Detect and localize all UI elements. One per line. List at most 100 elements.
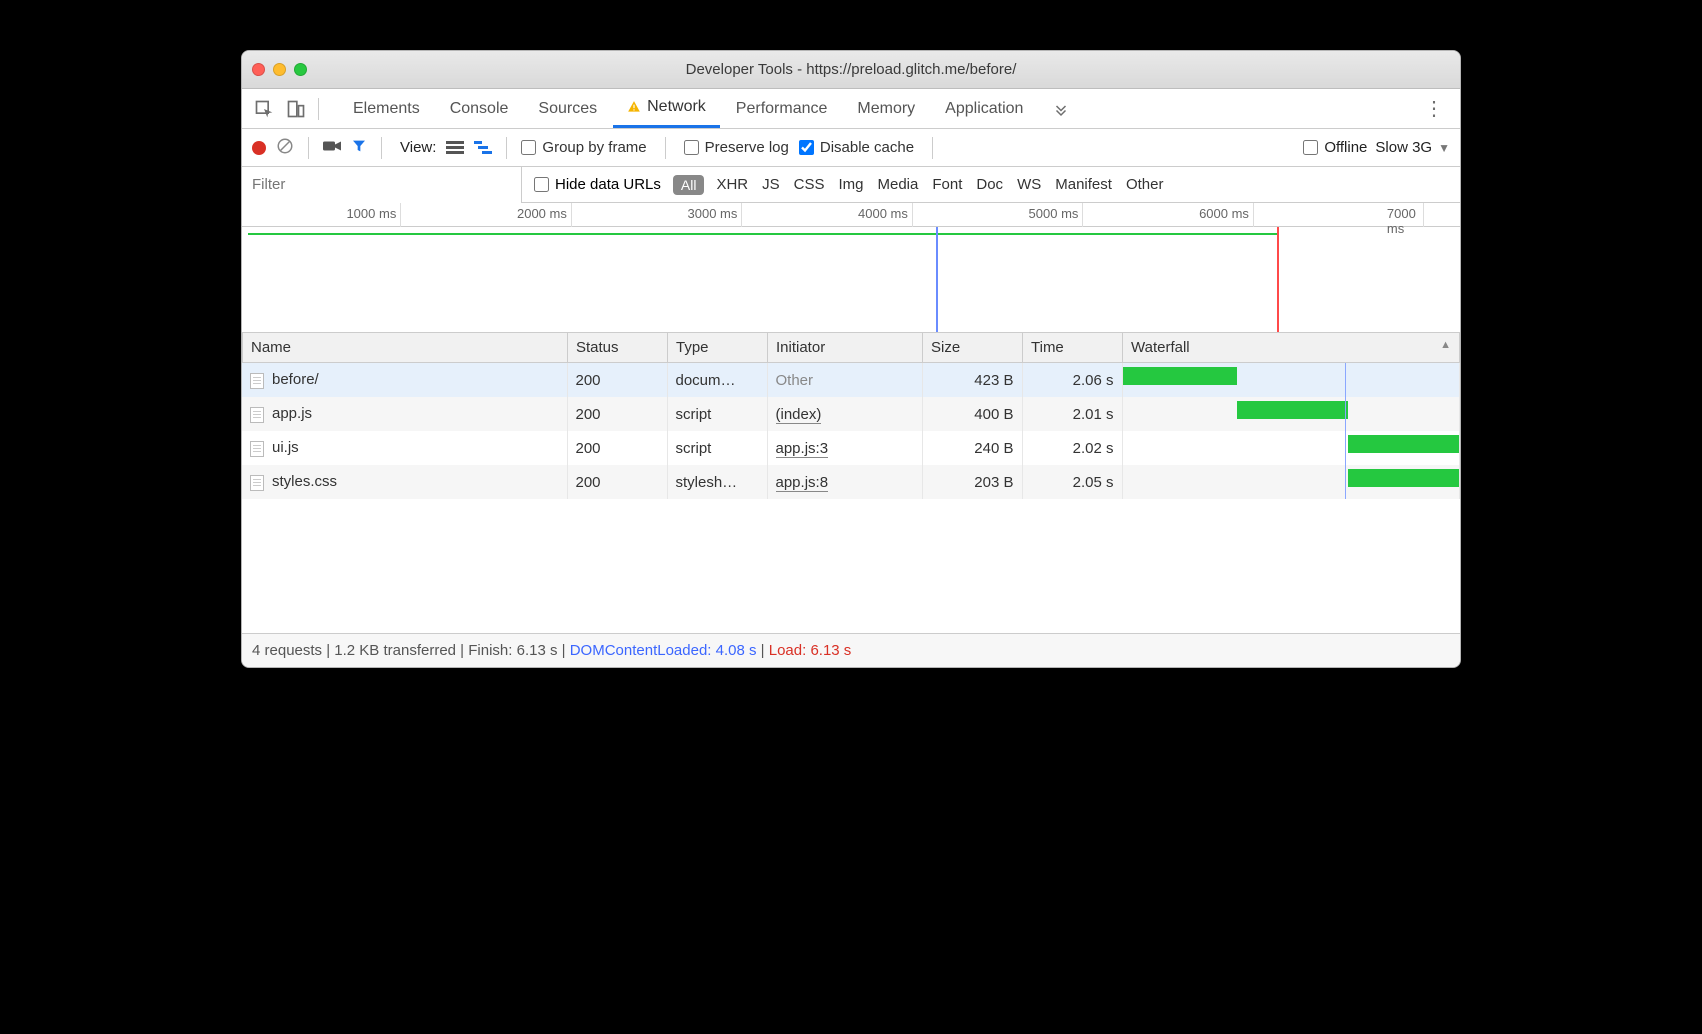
filter-input[interactable] bbox=[242, 167, 522, 203]
divider bbox=[665, 137, 666, 159]
initiator-link[interactable]: app.js:3 bbox=[776, 440, 829, 458]
initiator-link[interactable]: app.js:8 bbox=[776, 474, 829, 492]
waterfall-load-marker bbox=[1459, 431, 1460, 465]
tab-label: Elements bbox=[353, 100, 420, 118]
waterfall-dcl-marker bbox=[1345, 465, 1346, 499]
overview-tick: 4000 ms bbox=[858, 206, 912, 221]
more-tabs-icon[interactable] bbox=[1047, 95, 1075, 123]
cell-waterfall bbox=[1122, 431, 1460, 465]
filter-type-xhr[interactable]: XHR bbox=[716, 176, 748, 193]
status-transferred: 1.2 KB transferred bbox=[334, 642, 456, 659]
file-icon bbox=[250, 373, 264, 389]
cell-initiator: app.js:3 bbox=[767, 431, 922, 465]
inspect-element-icon[interactable] bbox=[250, 95, 278, 123]
filter-type-manifest[interactable]: Manifest bbox=[1055, 176, 1112, 193]
cell-waterfall bbox=[1122, 363, 1460, 397]
tabs-bar: Elements Console Sources Network Performance… bbox=[242, 89, 1460, 129]
filter-type-other[interactable]: Other bbox=[1126, 176, 1164, 193]
table-row[interactable]: styles.css200stylesh…app.js:8203 B2.05 s bbox=[242, 465, 1460, 499]
table-row[interactable]: app.js200script(index)400 B2.01 s bbox=[242, 397, 1460, 431]
close-window-button[interactable] bbox=[252, 63, 265, 76]
tab-label: Sources bbox=[538, 100, 597, 118]
cell-waterfall bbox=[1122, 397, 1460, 431]
waterfall-dcl-marker bbox=[1345, 397, 1346, 431]
table-row[interactable]: before/200docum…Other423 B2.06 s bbox=[242, 363, 1460, 397]
filter-type-ws[interactable]: WS bbox=[1017, 176, 1041, 193]
filter-type-js[interactable]: JS bbox=[762, 176, 780, 193]
cell-type: stylesh… bbox=[667, 465, 767, 499]
column-header-status[interactable]: Status bbox=[568, 333, 668, 363]
cell-name: styles.css bbox=[242, 465, 567, 499]
divider bbox=[932, 137, 933, 159]
group-by-frame-checkbox[interactable]: Group by frame bbox=[521, 139, 646, 156]
cell-time: 2.01 s bbox=[1022, 397, 1122, 431]
status-finish: Finish: 6.13 s bbox=[468, 642, 557, 659]
cell-size: 240 B bbox=[922, 431, 1022, 465]
throttle-select[interactable]: Slow 3G▼ bbox=[1375, 139, 1450, 156]
settings-kebab-icon[interactable]: ⋮ bbox=[1416, 96, 1452, 121]
cell-size: 423 B bbox=[922, 363, 1022, 397]
filter-type-media[interactable]: Media bbox=[878, 176, 919, 193]
record-button[interactable] bbox=[252, 141, 266, 155]
initiator-link[interactable]: (index) bbox=[776, 406, 822, 424]
waterfall-bar bbox=[1237, 401, 1348, 419]
filter-toggle-button[interactable] bbox=[351, 138, 367, 158]
filter-type-img[interactable]: Img bbox=[838, 176, 863, 193]
file-icon bbox=[250, 441, 264, 457]
divider bbox=[318, 98, 319, 120]
initiator-link: Other bbox=[776, 372, 814, 389]
table-row[interactable]: ui.js200scriptapp.js:3240 B2.02 s bbox=[242, 431, 1460, 465]
tab-performance[interactable]: Performance bbox=[722, 89, 842, 128]
offline-checkbox[interactable]: Offline bbox=[1303, 139, 1367, 156]
filter-type-font[interactable]: Font bbox=[932, 176, 962, 193]
status-requests: 4 requests bbox=[252, 642, 322, 659]
tab-label: Performance bbox=[736, 100, 828, 118]
filter-type-doc[interactable]: Doc bbox=[976, 176, 1003, 193]
minimize-window-button[interactable] bbox=[273, 63, 286, 76]
column-header-initiator[interactable]: Initiator bbox=[768, 333, 923, 363]
filter-bar: Hide data URLs All XHR JS CSS Img Media Font D… bbox=[242, 167, 1460, 203]
column-header-type[interactable]: Type bbox=[668, 333, 768, 363]
column-header-time[interactable]: Time bbox=[1023, 333, 1123, 363]
overview-tick: 2000 ms bbox=[517, 206, 571, 221]
tab-application[interactable]: Application bbox=[931, 89, 1037, 128]
tab-elements[interactable]: Elements bbox=[339, 89, 434, 128]
filter-all-button[interactable]: All bbox=[673, 175, 705, 195]
column-header-waterfall[interactable]: Waterfall bbox=[1123, 333, 1460, 363]
tab-label: Network bbox=[647, 98, 706, 116]
cell-status: 200 bbox=[567, 397, 667, 431]
overview-timeline[interactable]: 1000 ms2000 ms3000 ms4000 ms5000 ms6000 … bbox=[242, 203, 1460, 333]
cell-status: 200 bbox=[567, 363, 667, 397]
cell-type: docum… bbox=[667, 363, 767, 397]
status-bar: 4 requests | 1.2 KB transferred | Finish… bbox=[242, 633, 1460, 667]
tab-label: Console bbox=[450, 100, 509, 118]
screenshot-button[interactable] bbox=[323, 139, 341, 157]
waterfall-bar bbox=[1348, 469, 1459, 487]
device-toolbar-icon[interactable] bbox=[282, 95, 310, 123]
hide-data-urls-checkbox[interactable]: Hide data URLs bbox=[534, 176, 661, 193]
cell-status: 200 bbox=[567, 431, 667, 465]
column-header-name[interactable]: Name bbox=[243, 333, 568, 363]
cell-time: 2.02 s bbox=[1022, 431, 1122, 465]
tab-network[interactable]: Network bbox=[613, 89, 720, 128]
waterfall-dcl-marker bbox=[1345, 431, 1346, 465]
disable-cache-checkbox[interactable]: Disable cache bbox=[799, 139, 914, 156]
cell-time: 2.05 s bbox=[1022, 465, 1122, 499]
cell-size: 203 B bbox=[922, 465, 1022, 499]
network-table: NameStatusTypeInitiatorSizeTimeWaterfall… bbox=[242, 333, 1460, 633]
large-rows-button[interactable] bbox=[446, 141, 464, 155]
tab-sources[interactable]: Sources bbox=[524, 89, 611, 128]
warning-icon bbox=[627, 100, 641, 114]
clear-button[interactable] bbox=[276, 137, 294, 159]
tab-memory[interactable]: Memory bbox=[843, 89, 929, 128]
column-header-size[interactable]: Size bbox=[923, 333, 1023, 363]
waterfall-view-button[interactable] bbox=[474, 141, 492, 155]
zoom-window-button[interactable] bbox=[294, 63, 307, 76]
tab-console[interactable]: Console bbox=[436, 89, 523, 128]
waterfall-load-marker bbox=[1459, 397, 1460, 431]
preserve-log-checkbox[interactable]: Preserve log bbox=[684, 139, 789, 156]
filter-type-css[interactable]: CSS bbox=[794, 176, 825, 193]
devtools-window: Developer Tools - https://preload.glitch… bbox=[241, 50, 1461, 668]
waterfall-load-marker bbox=[1459, 465, 1460, 499]
overview-tick: 6000 ms bbox=[1199, 206, 1253, 221]
